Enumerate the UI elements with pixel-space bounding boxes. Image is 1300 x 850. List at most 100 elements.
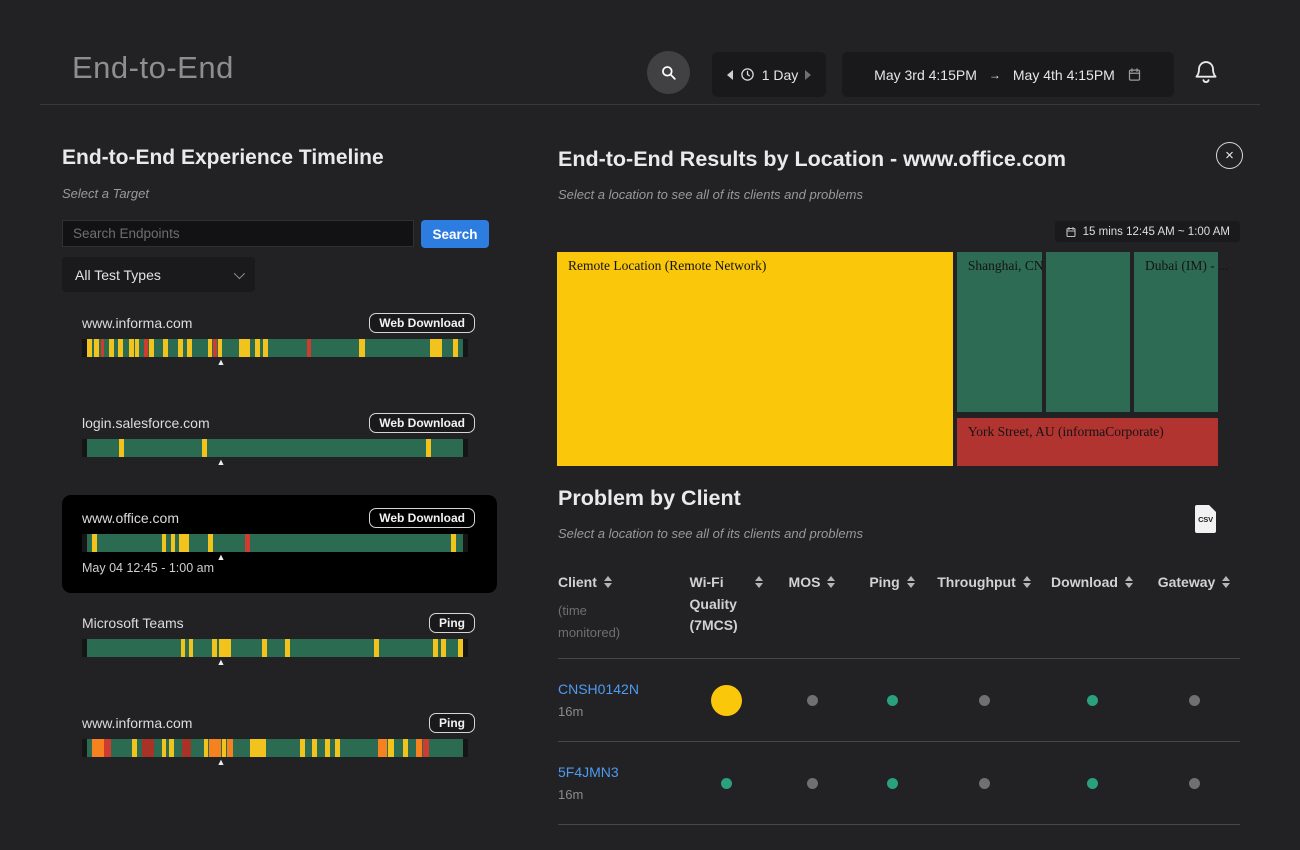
column-header-label: Download: [1051, 572, 1118, 594]
status-dot: [887, 695, 898, 706]
location-treemap: Remote Location (Remote Network)Shanghai…: [557, 252, 1218, 466]
bar-segment: [171, 534, 176, 552]
prev-period-icon[interactable]: [727, 70, 733, 80]
status-dot: [887, 778, 898, 789]
search-endpoints-input[interactable]: [62, 220, 414, 247]
time-marker-icon: ▲: [216, 553, 225, 562]
column-header-top[interactable]: Wi-Fi Quality (7MCS): [690, 572, 763, 637]
column-header-top[interactable]: Download: [1051, 572, 1133, 594]
bar-endcap: [463, 739, 468, 757]
test-type-dropdown-value: All Test Types: [75, 267, 161, 283]
column-header-top[interactable]: Ping: [869, 572, 914, 594]
bar-segment: [169, 739, 174, 757]
bar-segment: [218, 339, 223, 357]
bar-segment: [239, 339, 249, 357]
bar-segment: [94, 339, 99, 357]
timeline-bar[interactable]: [82, 739, 468, 757]
treemap-cell[interactable]: York Street, AU (informaCorporate): [957, 418, 1218, 466]
status-dot: [807, 695, 818, 706]
timeline-bar[interactable]: [82, 639, 468, 657]
target-item[interactable]: login.salesforce.comWeb Download ▲: [62, 400, 497, 500]
test-type-dropdown[interactable]: All Test Types: [62, 257, 255, 292]
timeline-bar-wrap: ▲: [82, 439, 468, 457]
calendar-icon: [1065, 226, 1077, 238]
column-header[interactable]: Client(time monitored): [558, 568, 680, 658]
sort-down-icon: [755, 583, 763, 588]
treemap-cell[interactable]: Shanghai, CN ...: [957, 252, 1042, 412]
bar-segment: [187, 339, 192, 357]
time-monitored: 16m: [558, 704, 680, 719]
timespan-selector[interactable]: 1 Day: [712, 52, 826, 97]
test-type-badge: Web Download: [369, 313, 475, 333]
target-item[interactable]: www.office.comWeb Download▲May 04 12:45 …: [62, 495, 497, 593]
bar-segment: [118, 339, 123, 357]
table-row[interactable]: 5F4JMN316m: [558, 742, 1240, 825]
bar-segment: [335, 739, 340, 757]
sort-icon[interactable]: [1222, 576, 1230, 588]
target-head: login.salesforce.comWeb Download: [62, 400, 497, 432]
header-divider: [40, 104, 1260, 105]
sort-icon[interactable]: [827, 576, 835, 588]
column-header[interactable]: Wi-Fi Quality (7MCS): [680, 568, 772, 658]
export-csv-button[interactable]: CSV: [1195, 505, 1216, 533]
bar-segment: [359, 339, 364, 357]
timeline-bar[interactable]: [82, 534, 468, 552]
sort-icon[interactable]: [604, 576, 612, 588]
results-panel-title: End-to-End Results by Location - www.off…: [558, 147, 1066, 172]
bar-segment: [109, 339, 114, 357]
column-header[interactable]: Throughput: [932, 568, 1036, 658]
bar-segment: [325, 739, 330, 757]
treemap-cell[interactable]: [1046, 252, 1130, 412]
column-header[interactable]: MOS: [772, 568, 852, 658]
search-button[interactable]: [647, 51, 690, 94]
sort-down-icon: [1125, 583, 1133, 588]
target-item[interactable]: Microsoft TeamsPing▲: [62, 600, 497, 700]
column-header[interactable]: Download: [1036, 568, 1148, 658]
timeline-bar-wrap: ▲: [82, 339, 468, 357]
timeline-bar[interactable]: [82, 439, 468, 457]
bar-segment: [430, 339, 442, 357]
sort-down-icon: [1023, 583, 1031, 588]
bar-segment: [204, 739, 208, 757]
problem-panel-title: Problem by Client: [558, 486, 741, 511]
sort-down-icon: [907, 583, 915, 588]
notifications-button[interactable]: [1192, 56, 1220, 88]
table-body: CNSH0142N 16m 5F4JMN316m: [558, 659, 1240, 825]
bar-segment: [104, 739, 111, 757]
next-period-icon[interactable]: [805, 70, 811, 80]
timeline-bar-wrap: ▲: [82, 739, 468, 757]
bar-segment: [208, 534, 213, 552]
column-header[interactable]: Ping: [852, 568, 932, 658]
column-header-top[interactable]: Throughput: [937, 572, 1031, 594]
bar-segment: [458, 639, 463, 657]
target-item[interactable]: www.informa.comWeb Download▲: [62, 300, 497, 400]
column-header-top[interactable]: MOS: [789, 572, 836, 594]
search-submit-button[interactable]: Search: [421, 220, 489, 248]
bar-segment: [163, 339, 168, 357]
time-window-label: 15 mins 12:45 AM ~ 1:00 AM: [1083, 226, 1230, 238]
sort-up-icon: [755, 576, 763, 581]
test-type-badge: Ping: [429, 613, 475, 633]
status-cell: [772, 778, 852, 789]
treemap-cell[interactable]: Dubai (IM) - ...: [1134, 252, 1218, 412]
target-name: login.salesforce.com: [82, 415, 210, 431]
sort-icon[interactable]: [907, 576, 915, 588]
timeline-bar[interactable]: [82, 339, 468, 357]
client-link[interactable]: CNSH0142N: [558, 681, 680, 697]
close-button[interactable]: ×: [1216, 142, 1243, 169]
column-header-top[interactable]: Gateway: [1158, 572, 1231, 594]
bar-segment: [92, 739, 104, 757]
status-cell: [680, 778, 772, 789]
sort-icon[interactable]: [1125, 576, 1133, 588]
column-header-top[interactable]: Client: [558, 572, 612, 594]
date-range-picker[interactable]: May 3rd 4:15PM → May 4th 4:15PM: [842, 52, 1174, 97]
table-row[interactable]: CNSH0142N 16m: [558, 659, 1240, 742]
status-cell: [1148, 778, 1240, 789]
bar-endcap: [82, 739, 87, 757]
sort-icon[interactable]: [755, 576, 763, 588]
target-item[interactable]: www.informa.comPing▲: [62, 700, 497, 800]
column-header[interactable]: Gateway: [1148, 568, 1240, 658]
sort-icon[interactable]: [1023, 576, 1031, 588]
treemap-cell[interactable]: Remote Location (Remote Network): [557, 252, 953, 466]
client-link[interactable]: 5F4JMN3: [558, 764, 680, 780]
